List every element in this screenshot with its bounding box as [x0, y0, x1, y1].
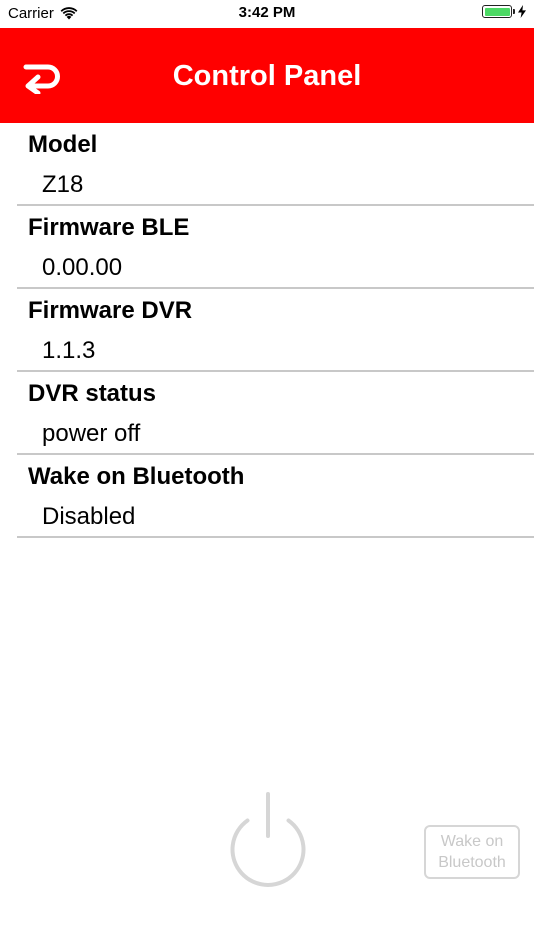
charging-bolt-icon: [518, 5, 526, 18]
row-value: power off: [42, 420, 141, 447]
nav-bar: Control Panel: [0, 28, 534, 123]
row-title: DVR status: [28, 380, 157, 407]
status-right: [482, 5, 526, 18]
row-title: Firmware DVR: [28, 297, 193, 324]
row-title: Model: [28, 131, 98, 158]
page-title: Control Panel: [172, 60, 362, 92]
row-title: Firmware BLE: [28, 214, 190, 241]
battery-fill: [484, 7, 510, 16]
divider: [17, 536, 534, 538]
power-icon: [230, 792, 306, 887]
row-title: Wake on Bluetooth: [28, 463, 245, 490]
list-item-firmware-ble: Firmware BLE 0.00.00: [0, 206, 534, 289]
row-value: Disabled: [42, 503, 136, 530]
status-time: 3:42 PM: [238, 4, 296, 21]
battery-icon: [482, 5, 515, 18]
row-value: 0.00.00: [42, 254, 123, 281]
row-value: 1.1.3: [42, 337, 96, 364]
list-item-model: Model Z18: [0, 123, 534, 206]
device-info-list: Model Z18 Firmware BLE 0.00.00 Firmware …: [0, 123, 534, 538]
list-item-dvr-status: DVR status power off: [0, 372, 534, 455]
list-item-wake-on-bluetooth: Wake on Bluetooth Disabled: [0, 455, 534, 538]
status-bar: Carrier 3:42 PM: [0, 0, 534, 28]
row-value: Z18: [42, 171, 84, 198]
list-item-firmware-dvr: Firmware DVR 1.1.3: [0, 289, 534, 372]
wake-on-bluetooth-button[interactable]: Wake on Bluetooth: [424, 825, 520, 879]
power-button[interactable]: [225, 790, 311, 890]
wake-button-label: Wake on Bluetooth: [438, 833, 506, 871]
